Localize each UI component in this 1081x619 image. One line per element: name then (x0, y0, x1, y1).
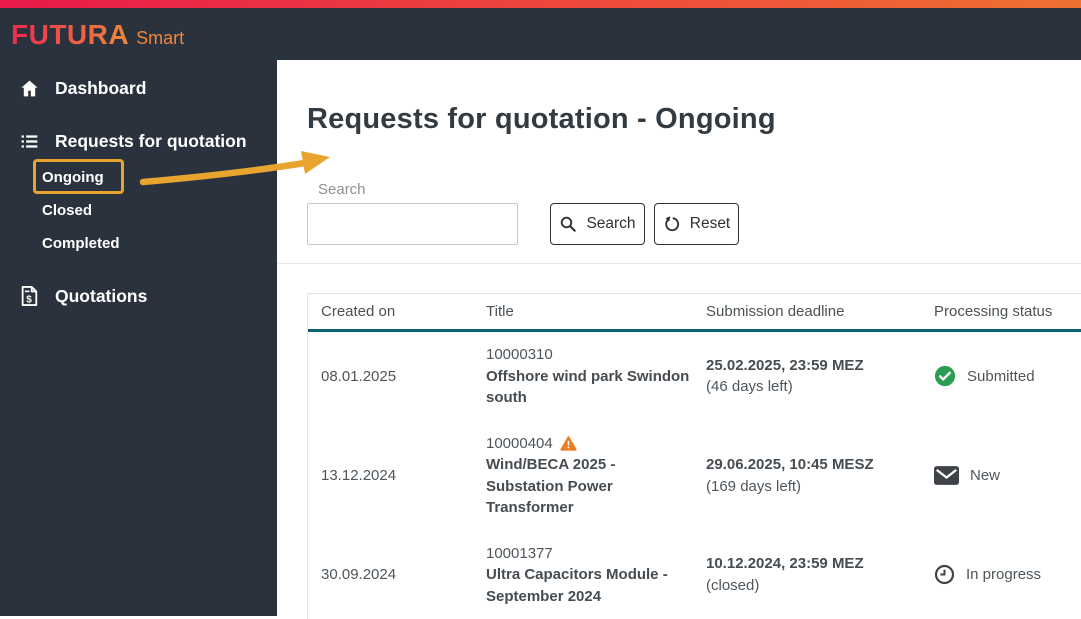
search-button-label: Search (586, 215, 635, 233)
table-row[interactable]: 13.12.2024 10000404 Wind/BECA 2025 - Sub… (308, 421, 1081, 531)
sidebar-item-ongoing[interactable]: Ongoing (42, 168, 104, 188)
cell-created-on: 30.09.2024 (308, 564, 473, 586)
reset-undo-icon (663, 215, 681, 233)
deadline-datetime: 10.12.2024, 23:59 MEZ (706, 553, 921, 575)
deadline-datetime: 25.02.2025, 23:59 MEZ (706, 355, 921, 377)
sidebar-item-label: Dashboard (55, 78, 146, 99)
deadline-note: (46 days left) (706, 376, 921, 398)
rfq-number: 10001377 (486, 543, 553, 565)
cell-deadline: 25.02.2025, 23:59 MEZ (46 days left) (693, 355, 921, 398)
clock-icon (934, 564, 955, 585)
cell-title: 10000310 Offshore wind park Swindon sout… (473, 344, 693, 409)
status-label: Submitted (967, 366, 1035, 388)
col-header-created-on: Created on (308, 303, 473, 320)
cell-status: New (921, 465, 1081, 487)
col-header-title: Title (473, 303, 693, 320)
envelope-icon (934, 466, 959, 485)
sidebar-item-label: Quotations (55, 286, 147, 307)
sidebar-item-label: Requests for quotation (55, 131, 247, 152)
search-button[interactable]: Search (550, 203, 645, 245)
sidebar: Dashboard Requests for quotation Ongoing… (0, 60, 277, 616)
logo-text-futura: FUTURA (11, 19, 129, 51)
search-input[interactable] (307, 203, 518, 245)
app-header: FUTURA Smart (0, 8, 1081, 60)
warning-icon (560, 435, 577, 452)
home-icon (18, 77, 40, 99)
col-header-submission-deadline: Submission deadline (693, 303, 921, 320)
cell-status: Submitted (921, 365, 1081, 387)
rfq-subnav: Ongoing Closed Completed (42, 168, 277, 254)
cell-status: In progress (921, 564, 1081, 586)
svg-text:$: $ (26, 294, 32, 305)
status-label: New (970, 465, 1000, 487)
rfq-number: 10000404 (486, 433, 553, 455)
status-label: In progress (966, 564, 1041, 586)
list-icon (18, 130, 40, 152)
table-row[interactable]: 30.09.2024 10001377 Ultra Capacitors Mod… (308, 531, 1081, 619)
sidebar-item-requests-for-quotation[interactable]: Requests for quotation (0, 128, 277, 154)
cell-created-on: 13.12.2024 (308, 465, 473, 487)
sidebar-item-quotations[interactable]: $ Quotations (0, 283, 277, 309)
rfq-title: Ultra Capacitors Module - September 2024 (486, 564, 693, 607)
page-title: Requests for quotation - Ongoing (307, 103, 776, 136)
cell-title: 10001377 Ultra Capacitors Module - Septe… (473, 543, 693, 608)
cell-deadline: 10.12.2024, 23:59 MEZ (closed) (693, 553, 921, 596)
deadline-datetime: 29.06.2025, 10:45 MESZ (706, 454, 921, 476)
rfq-title: Wind/BECA 2025 - Substation Power Transf… (486, 454, 693, 519)
check-circle-icon (934, 365, 956, 387)
receipt-icon: $ (18, 285, 40, 307)
sidebar-item-closed[interactable]: Closed (42, 201, 92, 221)
search-row: Search Reset (307, 203, 739, 245)
section-divider (277, 263, 1081, 264)
brand-gradient-strip (0, 0, 1081, 8)
deadline-note: (closed) (706, 575, 921, 597)
rfq-title: Offshore wind park Swindon south (486, 366, 693, 409)
cell-created-on: 08.01.2025 (308, 366, 473, 388)
deadline-note: (169 days left) (706, 476, 921, 498)
reset-button[interactable]: Reset (654, 203, 739, 245)
search-label: Search (318, 181, 366, 198)
table-header-row: Created on Title Submission deadline Pro… (308, 294, 1081, 329)
cell-deadline: 29.06.2025, 10:45 MESZ (169 days left) (693, 454, 921, 497)
main-content: Requests for quotation - Ongoing Search … (277, 60, 1081, 616)
reset-button-label: Reset (690, 215, 731, 233)
sidebar-item-dashboard[interactable]: Dashboard (0, 75, 277, 101)
table-row[interactable]: 08.01.2025 10000310 Offshore wind park S… (308, 332, 1081, 421)
col-header-processing-status: Processing status (921, 303, 1081, 320)
cell-title: 10000404 Wind/BECA 2025 - Substation Pow… (473, 433, 693, 519)
logo-text-smart: Smart (136, 28, 184, 49)
search-icon (559, 215, 577, 233)
rfq-table: Created on Title Submission deadline Pro… (307, 293, 1081, 619)
sidebar-item-completed[interactable]: Completed (42, 234, 120, 254)
rfq-number: 10000310 (486, 344, 553, 366)
app-logo[interactable]: FUTURA Smart (11, 19, 184, 51)
